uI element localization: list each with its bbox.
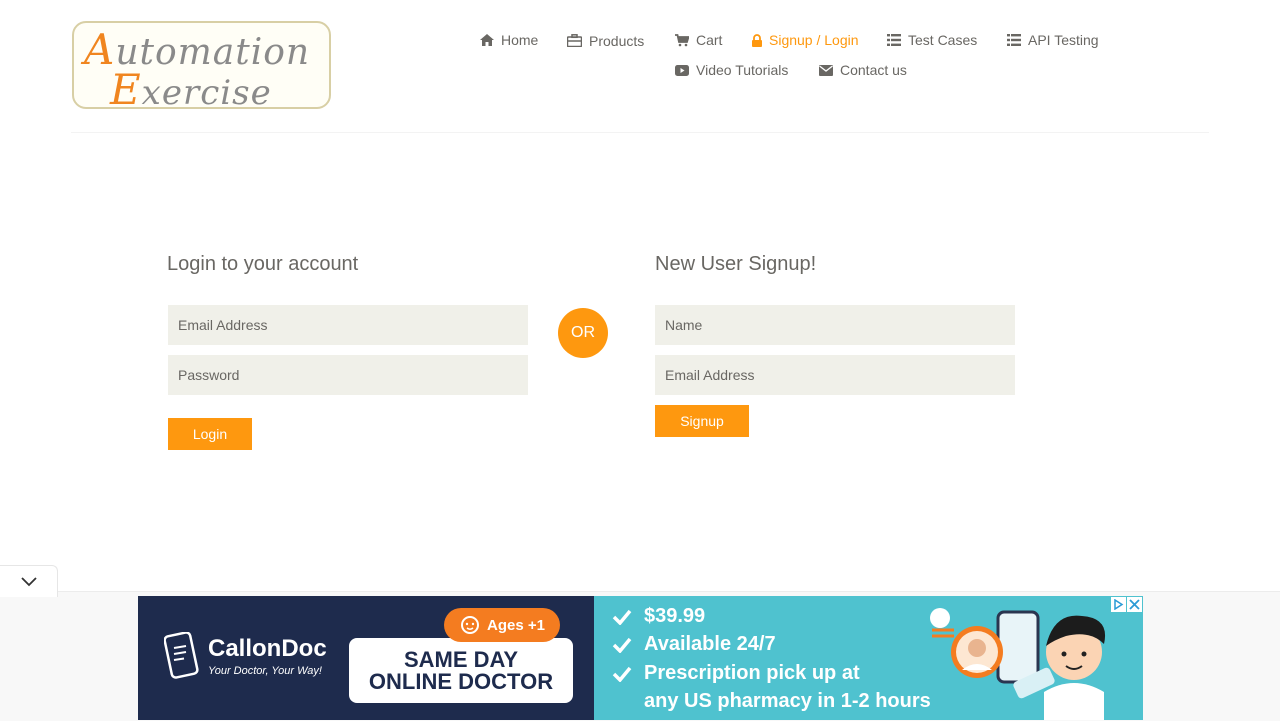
- ad-collapse-toggle[interactable]: [0, 565, 58, 597]
- nav-api-testing[interactable]: API Testing: [1007, 32, 1099, 48]
- briefcase-icon: [567, 33, 582, 47]
- ad-point-availability: Available 24/7: [612, 633, 776, 656]
- ad-close-button[interactable]: [1127, 597, 1142, 612]
- site-logo[interactable]: Automation Exercise: [72, 21, 331, 109]
- check-icon: [612, 637, 632, 653]
- ad-point-text: Available 24/7: [644, 633, 776, 655]
- login-title: Login to your account: [167, 253, 359, 275]
- ad-point-text: Prescription pick up at: [644, 662, 860, 684]
- ad-point-text: $39.99: [644, 605, 706, 627]
- ad-right-panel: $39.99 Available 24/7 Prescription pick …: [594, 596, 1143, 720]
- ad-point-text: any US pharmacy in 1-2 hours: [644, 690, 931, 712]
- nav-video-tutorials[interactable]: Video Tutorials: [675, 62, 788, 78]
- home-icon: [480, 34, 494, 46]
- ad-point-price: $39.99: [612, 605, 705, 628]
- ad-choices-triangle-icon: [1114, 599, 1124, 610]
- ad-left-panel: CallonDoc Your Doctor, Your Way! SAME DA…: [138, 596, 594, 720]
- list-icon: [887, 34, 901, 46]
- ad-point-prescription: Prescription pick up at: [612, 662, 860, 685]
- nav-cart-label: Cart: [696, 32, 723, 48]
- chevron-down-icon: [20, 576, 37, 586]
- baby-icon: [461, 616, 480, 634]
- ad-headline-1: SAME DAY: [403, 646, 519, 672]
- ad-brand: CallonDoc Your Doctor, Your Way!: [164, 632, 327, 680]
- nav-signup-login-label: Signup / Login: [769, 32, 859, 48]
- nav-products[interactable]: Products: [567, 32, 645, 49]
- ad-brand-tagline: Your Doctor, Your Way!: [208, 665, 322, 677]
- nav-contact-us[interactable]: Contact us: [819, 62, 907, 78]
- nav-cart[interactable]: Cart: [675, 32, 722, 48]
- youtube-play-icon: [675, 64, 689, 76]
- nav-video-tutorials-label: Video Tutorials: [696, 62, 789, 78]
- close-icon: [1129, 599, 1140, 610]
- ad-choices-icon[interactable]: [1111, 597, 1126, 612]
- signup-email-input[interactable]: [655, 355, 1015, 395]
- login-button[interactable]: Login: [168, 418, 252, 450]
- check-icon: [612, 666, 632, 682]
- phone-doc-icon: [164, 632, 199, 679]
- nav-products-label: Products: [589, 33, 645, 49]
- or-divider-badge: OR: [558, 308, 608, 358]
- login-password-input[interactable]: [168, 355, 528, 395]
- nav-home-label: Home: [501, 32, 539, 48]
- signup-title: New User Signup!: [655, 253, 817, 275]
- doctor-illustration: [930, 608, 1106, 720]
- envelope-icon: [819, 64, 833, 76]
- nav-api-testing-label: API Testing: [1028, 32, 1099, 48]
- header-divider: [71, 132, 1209, 133]
- ad-point-pharmacy: any US pharmacy in 1-2 hours: [644, 690, 931, 713]
- ad-ages-label: Ages +1: [487, 616, 545, 634]
- ad-banner[interactable]: CallonDoc Your Doctor, Your Way! SAME DA…: [138, 596, 1143, 720]
- login-email-input[interactable]: [168, 305, 528, 345]
- cart-icon: [675, 33, 689, 46]
- signup-button[interactable]: Signup: [655, 405, 749, 437]
- check-icon: [612, 609, 632, 625]
- ad-headline-2: ONLINE DOCTOR: [368, 668, 554, 694]
- ad-brand-name: CallonDoc: [208, 635, 327, 662]
- lock-icon: [752, 33, 762, 47]
- nav-test-cases-label: Test Cases: [908, 32, 978, 48]
- nav-home[interactable]: Home: [480, 32, 538, 48]
- ad-headline-box: SAME DAY ONLINE DOCTOR: [349, 638, 573, 703]
- nav-signup-login[interactable]: Signup / Login: [752, 32, 859, 48]
- nav-contact-us-label: Contact us: [840, 62, 907, 78]
- ad-ages-badge: Ages +1: [444, 608, 560, 642]
- nav-test-cases[interactable]: Test Cases: [887, 32, 977, 48]
- list-icon: [1007, 34, 1021, 46]
- signup-name-input[interactable]: [655, 305, 1015, 345]
- logo-text-2: xercise: [141, 73, 272, 109]
